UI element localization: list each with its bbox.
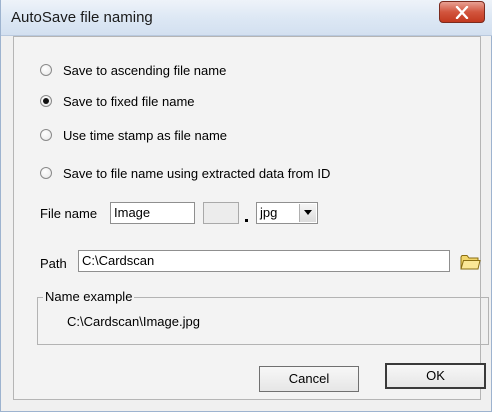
extension-select[interactable]: jpg	[256, 202, 318, 224]
close-icon	[455, 6, 469, 19]
radio-label: Save to file name using extracted data f…	[63, 165, 331, 181]
name-example-caption: Name example	[43, 289, 135, 304]
radio-button[interactable]	[40, 95, 52, 107]
radio-label: Save to fixed file name	[63, 93, 195, 109]
radio-extracted-data[interactable]: Save to file name using extracted data f…	[40, 164, 330, 182]
autosave-dialog: AutoSave file naming Save to ascending f…	[0, 0, 492, 412]
path-label: Path	[40, 256, 67, 271]
title-bar[interactable]: AutoSave file naming	[1, 0, 492, 36]
name-example-value: C:\Cardscan\Image.jpg	[67, 314, 200, 329]
file-name-input[interactable]: Image	[110, 202, 195, 224]
browse-folder-button[interactable]	[459, 252, 481, 272]
radio-label: Save to ascending file name	[63, 62, 227, 78]
cancel-button[interactable]: Cancel	[259, 366, 359, 392]
file-name-label: File name	[40, 206, 98, 221]
radio-time-stamp[interactable]: Use time stamp as file name	[40, 126, 227, 144]
radio-ascending-file-name[interactable]: Save to ascending file name	[40, 61, 226, 79]
radio-label: Use time stamp as file name	[63, 127, 228, 143]
extension-separator-dot	[245, 219, 248, 222]
radio-button[interactable]	[40, 167, 52, 179]
radio-fixed-file-name[interactable]: Save to fixed file name	[40, 92, 195, 110]
dialog-title: AutoSave file naming	[11, 9, 153, 26]
radio-button[interactable]	[40, 64, 52, 76]
file-name-suffix-input[interactable]	[203, 202, 239, 224]
extension-value: jpg	[260, 205, 278, 220]
chevron-down-icon[interactable]	[299, 204, 316, 222]
folder-icon	[460, 255, 481, 270]
close-button[interactable]	[439, 1, 485, 23]
path-input[interactable]: C:\Cardscan	[78, 250, 450, 272]
radio-button[interactable]	[40, 129, 52, 141]
ok-button[interactable]: OK	[385, 363, 486, 389]
